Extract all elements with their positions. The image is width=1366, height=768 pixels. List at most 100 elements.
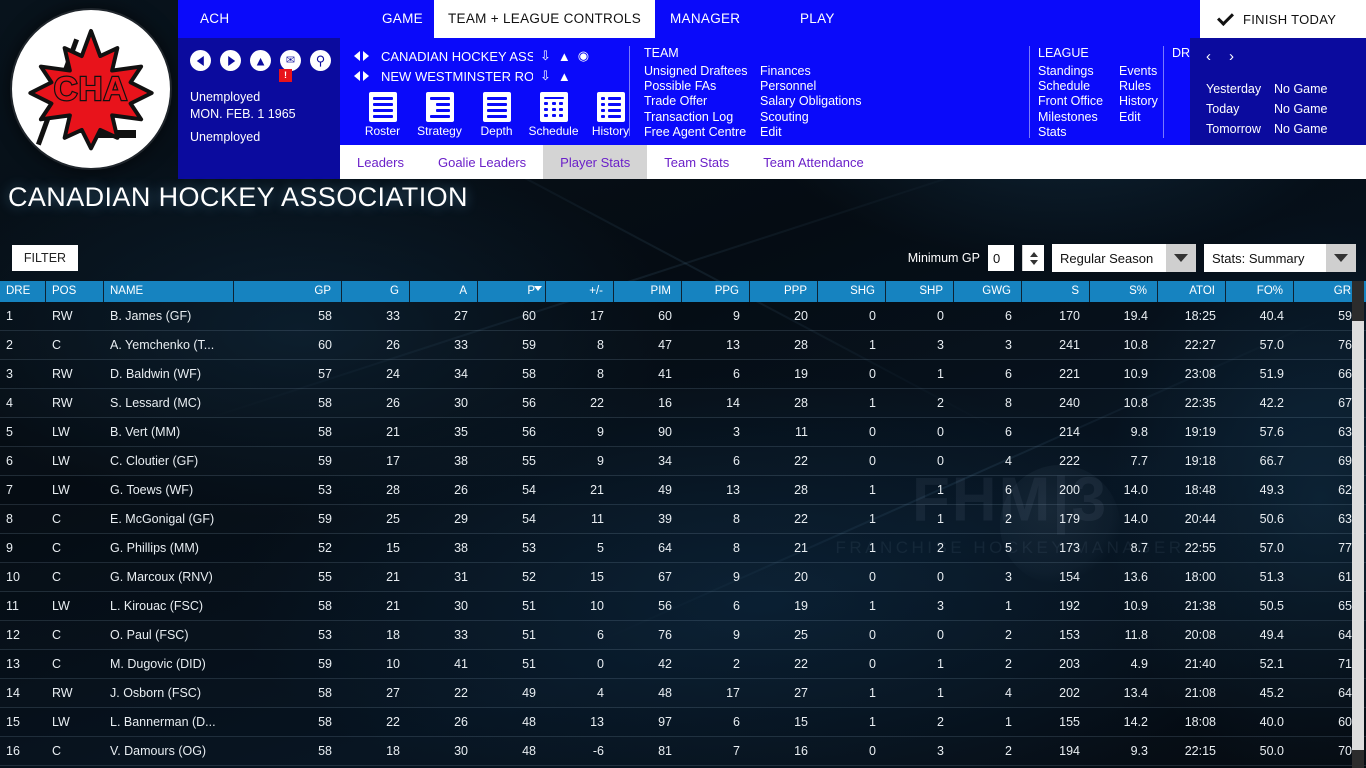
menu-item[interactable]: Personnel xyxy=(760,79,868,94)
stepper-up-icon[interactable] xyxy=(1029,251,1038,257)
tab-leaders[interactable]: Leaders xyxy=(340,145,421,179)
column-header-p[interactable]: P xyxy=(478,281,546,302)
table-row[interactable]: 5 LW B. Vert (MM) 58 21 35 56 9 90 3 11 0 0 6 214 9.8 19… xyxy=(0,418,1366,447)
menu-item[interactable]: Standings xyxy=(1038,64,1107,79)
table-row[interactable]: 16 C V. Damours (OG) 58 18 30 48 -6 81 7 16 0 3 2 194 9… xyxy=(0,737,1366,766)
column-header-ppp[interactable]: PPP xyxy=(750,281,818,302)
table-row[interactable]: 3 RW D. Baldwin (WF) 57 24 34 58 8 41 6 19 0 1 6 221 10… xyxy=(0,360,1366,389)
column-header-a[interactable]: A xyxy=(410,281,478,302)
menu-item[interactable]: Finances xyxy=(760,64,868,79)
vertical-scrollbar[interactable] xyxy=(1352,281,1364,768)
menu-item[interactable]: Rules xyxy=(1119,79,1179,94)
column-header-s[interactable]: S xyxy=(1022,281,1090,302)
team-selector-row[interactable]: NEW WESTMINSTER ROYALS ⇩ ▲ xyxy=(354,66,571,86)
cell-pim: 90 xyxy=(658,425,672,439)
scrollbar-thumb-end[interactable] xyxy=(1352,750,1364,768)
table-row[interactable]: 1 RW B. James (GF) 58 33 27 60 17 60 9 20 0 0 6 170 19.… xyxy=(0,302,1366,331)
menu-item[interactable]: Edit xyxy=(1119,110,1179,125)
menu-item[interactable]: Schedule xyxy=(1038,79,1107,94)
menu-item[interactable]: Trade Offer xyxy=(644,94,748,109)
prev-day-icon[interactable]: ‹ xyxy=(1206,48,1211,65)
chevron-down-icon[interactable] xyxy=(1326,244,1356,272)
menu-tab-play[interactable]: PLAY xyxy=(786,0,849,38)
table-row[interactable]: 12 C O. Paul (FSC) 53 18 33 51 6 76 9 25 0 0 2 153 11.8… xyxy=(0,621,1366,650)
menu-tab-game[interactable]: GAME xyxy=(368,0,437,38)
next-team-icon[interactable] xyxy=(363,71,369,81)
prev-team-icon[interactable] xyxy=(354,71,360,81)
table-row[interactable]: 6 LW C. Cloutier (GF) 59 17 38 55 9 34 6 22 0 0 4 222 7… xyxy=(0,447,1366,476)
table-row[interactable]: 4 RW S. Lessard (MC) 58 26 30 56 22 16 14 28 1 2 8 240… xyxy=(0,389,1366,418)
menu-tab-team-league-controls[interactable]: TEAM + LEAGUE CONTROLS xyxy=(434,0,656,38)
filter-button[interactable]: FILTER xyxy=(12,245,78,271)
home-icon[interactable]: ▲ xyxy=(250,50,271,71)
minimum-gp-stepper[interactable] xyxy=(1022,245,1044,271)
table-row[interactable]: 10 C G. Marcoux (RNV) 55 21 31 52 15 67 9 20 0 0 3 154… xyxy=(0,563,1366,592)
column-header-gwg[interactable]: GWG xyxy=(954,281,1022,302)
tab-team-stats[interactable]: Team Stats xyxy=(647,145,746,179)
next-league-icon[interactable] xyxy=(363,51,369,61)
table-row[interactable]: 7 LW G. Toews (WF) 53 28 26 54 21 49 13 28 1 1 6 200 14… xyxy=(0,476,1366,505)
home-icon[interactable]: ▲ xyxy=(558,69,571,84)
menu-item[interactable]: Events xyxy=(1119,64,1179,79)
chevron-down-icon[interactable]: ⇩ xyxy=(540,68,551,84)
next-day-icon[interactable]: › xyxy=(1229,48,1234,65)
menu-item[interactable]: Scouting xyxy=(760,110,868,125)
menu-item[interactable]: History xyxy=(1119,94,1179,109)
menu-item[interactable]: Milestones xyxy=(1038,110,1107,125)
menu-item[interactable]: Stats xyxy=(1038,125,1107,140)
menu-item[interactable]: Edit xyxy=(760,125,868,140)
back-arrow-icon[interactable] xyxy=(190,50,211,71)
column-header-gp[interactable]: GP xyxy=(234,281,342,302)
menu-item[interactable]: Free Agent Centre xyxy=(644,125,748,140)
column-header-name[interactable]: NAME xyxy=(104,281,234,302)
menu-item[interactable]: Possible FAs xyxy=(644,79,748,94)
quick-link-schedule[interactable]: Schedule xyxy=(525,92,582,138)
menu-item[interactable]: Transaction Log xyxy=(644,110,748,125)
chevron-down-icon[interactable]: ⇩ xyxy=(540,48,551,64)
table-row[interactable]: 9 C G. Phillips (MM) 52 15 38 53 5 64 8 21 1 2 5 173 8.… xyxy=(0,534,1366,563)
tab-goalie-leaders[interactable]: Goalie Leaders xyxy=(421,145,543,179)
globe-icon[interactable]: ◉ xyxy=(578,48,589,64)
home-icon[interactable]: ▲ xyxy=(558,49,571,64)
tab-player-stats[interactable]: Player Stats xyxy=(543,145,648,179)
quick-link-strategy[interactable]: Strategy xyxy=(411,92,468,138)
mail-icon[interactable]: ✉ xyxy=(280,50,301,71)
column-header-ppg[interactable]: PPG xyxy=(682,281,750,302)
chevron-down-icon[interactable] xyxy=(1166,244,1196,272)
search-icon[interactable]: ⚲ xyxy=(310,50,331,71)
column-header-pos[interactable]: POS xyxy=(46,281,104,302)
tab-team-attendance[interactable]: Team Attendance xyxy=(746,145,880,179)
menu-item[interactable]: Front Office xyxy=(1038,94,1107,109)
cell-dre: 10 xyxy=(6,570,20,584)
column-header-pm[interactable]: +/- xyxy=(546,281,614,302)
league-selector-row[interactable]: CANADIAN HOCKEY ASSOCIATI ⇩ ▲ ◉ xyxy=(354,46,589,66)
table-row[interactable]: 14 RW J. Osborn (FSC) 58 27 22 49 4 48 17 27 1 1 4 202… xyxy=(0,679,1366,708)
column-header-shg[interactable]: SHG xyxy=(818,281,886,302)
forward-arrow-icon[interactable] xyxy=(220,50,241,71)
table-row[interactable]: 8 C E. McGonigal (GF) 59 25 29 54 11 39 8 22 1 1 2 179… xyxy=(0,505,1366,534)
quick-link-depth[interactable]: Depth xyxy=(468,92,525,138)
table-row[interactable]: 15 LW L. Bannerman (D... 58 22 26 48 13 97 6 15 1 2 1… xyxy=(0,708,1366,737)
scrollbar-thumb[interactable] xyxy=(1352,281,1364,321)
column-header-shp[interactable]: SHP xyxy=(886,281,954,302)
table-row[interactable]: 13 C M. Dugovic (DID) 59 10 41 51 0 42 2 22 0 1 2 203 4… xyxy=(0,650,1366,679)
stats-select[interactable]: Stats: Summary xyxy=(1204,244,1356,272)
column-header-pim[interactable]: PIM xyxy=(614,281,682,302)
table-row[interactable]: 2 C A. Yemchenko (T... 60 26 33 59 8 47 13 28 1 3 3 24… xyxy=(0,331,1366,360)
column-header-dre[interactable]: DRE xyxy=(0,281,46,302)
menu-item[interactable]: Unsigned Draftees xyxy=(644,64,748,79)
prev-league-icon[interactable] xyxy=(354,51,360,61)
column-header-spct[interactable]: S% xyxy=(1090,281,1158,302)
menu-item[interactable]: Salary Obligations xyxy=(760,94,868,109)
table-row[interactable]: 11 LW L. Kirouac (FSC) 58 21 30 51 10 56 6 19 1 3 1 19… xyxy=(0,592,1366,621)
column-header-atoi[interactable]: ATOI xyxy=(1158,281,1226,302)
minimum-gp-input[interactable]: 0 xyxy=(988,245,1014,271)
stepper-down-icon[interactable] xyxy=(1029,259,1038,265)
menu-tab-ach[interactable]: ACH xyxy=(186,0,243,38)
quick-link-roster[interactable]: Roster xyxy=(354,92,411,138)
finish-today-button[interactable]: FINISH TODAY xyxy=(1200,0,1366,38)
column-header-g[interactable]: G xyxy=(342,281,410,302)
season-select[interactable]: Regular Season xyxy=(1052,244,1196,272)
menu-tab-manager[interactable]: MANAGER xyxy=(656,0,754,38)
column-header-fopct[interactable]: FO% xyxy=(1226,281,1294,302)
